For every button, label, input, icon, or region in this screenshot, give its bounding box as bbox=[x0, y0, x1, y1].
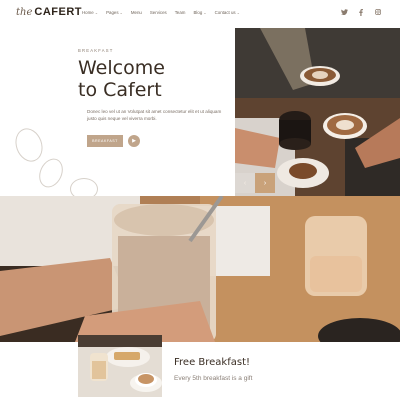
site-header: the CAFERT Home ⌄ Pages ⌄ Menu Services Te… bbox=[0, 0, 400, 28]
coffee-bean-decoration bbox=[70, 178, 98, 196]
nav-services[interactable]: Services bbox=[150, 10, 167, 15]
logo-script: the bbox=[16, 7, 33, 18]
nav-menu[interactable]: Menu bbox=[131, 10, 142, 15]
breakfast-photo bbox=[78, 335, 162, 397]
promo-title: Free Breakfast! bbox=[174, 357, 251, 368]
logo-text: CAFERT bbox=[34, 6, 82, 18]
iced-latte-image bbox=[0, 196, 400, 342]
hero-title-line2: to Cafert bbox=[78, 79, 162, 101]
social-links bbox=[340, 9, 382, 18]
main-nav: Home ⌄ Pages ⌄ Menu Services Team Blog ⌄ Co… bbox=[82, 10, 240, 15]
hero-image bbox=[235, 28, 400, 196]
nav-home[interactable]: Home ⌄ bbox=[82, 10, 98, 15]
instagram-icon[interactable] bbox=[374, 9, 382, 18]
chevron-down-icon: ⌄ bbox=[119, 10, 123, 15]
logo[interactable]: the CAFERT bbox=[16, 6, 82, 22]
nav-contact-label: Contact us bbox=[214, 10, 236, 15]
nav-blog-label: Blog bbox=[193, 10, 203, 15]
play-icon: ▶ bbox=[132, 138, 136, 144]
coffee-bean-decoration bbox=[34, 154, 68, 192]
arrow-left-icon: ‹ bbox=[243, 179, 247, 187]
chevron-down-icon: ⌄ bbox=[94, 10, 99, 15]
facebook-icon[interactable] bbox=[357, 9, 365, 18]
nav-contact[interactable]: Contact us ⌄ bbox=[215, 10, 240, 15]
nav-home-label: Home bbox=[82, 10, 94, 15]
hero-description: Donec leo vel ut an Volutpat sit amet co… bbox=[87, 109, 222, 121]
nav-team[interactable]: Team bbox=[175, 10, 186, 15]
hero-title: Welcome to Cafert bbox=[78, 57, 165, 101]
twitter-icon[interactable] bbox=[340, 9, 348, 18]
arrow-right-icon: › bbox=[263, 179, 267, 187]
play-button[interactable]: ▶ bbox=[128, 135, 140, 147]
hero-eyebrow: BREAKFAST bbox=[78, 48, 114, 53]
nav-blog[interactable]: Blog ⌄ bbox=[193, 10, 206, 15]
hero-title-line1: Welcome bbox=[78, 57, 165, 79]
nav-team-label: Team bbox=[174, 10, 186, 15]
iced-latte-photo bbox=[0, 196, 400, 342]
coffee-bean-decoration bbox=[10, 124, 48, 166]
promo-subtitle: Every 5th breakfast is a gift bbox=[174, 375, 253, 382]
promo-section bbox=[0, 342, 400, 400]
nav-services-label: Services bbox=[149, 10, 167, 15]
nav-pages-label: Pages bbox=[106, 10, 119, 15]
slider-next-button[interactable]: › bbox=[255, 173, 275, 193]
breakfast-table-photo bbox=[78, 335, 162, 397]
slider-prev-button[interactable]: ‹ bbox=[235, 173, 255, 193]
nav-pages[interactable]: Pages ⌄ bbox=[106, 10, 123, 15]
nav-menu-label: Menu bbox=[130, 10, 142, 15]
chevron-down-icon: ⌄ bbox=[203, 10, 207, 15]
chevron-down-icon: ⌄ bbox=[236, 10, 240, 15]
breakfast-button[interactable]: BREAKFAST bbox=[87, 135, 123, 147]
coffee-cups-photo bbox=[235, 28, 400, 196]
hero-slider-controls: ‹ › bbox=[235, 173, 275, 193]
